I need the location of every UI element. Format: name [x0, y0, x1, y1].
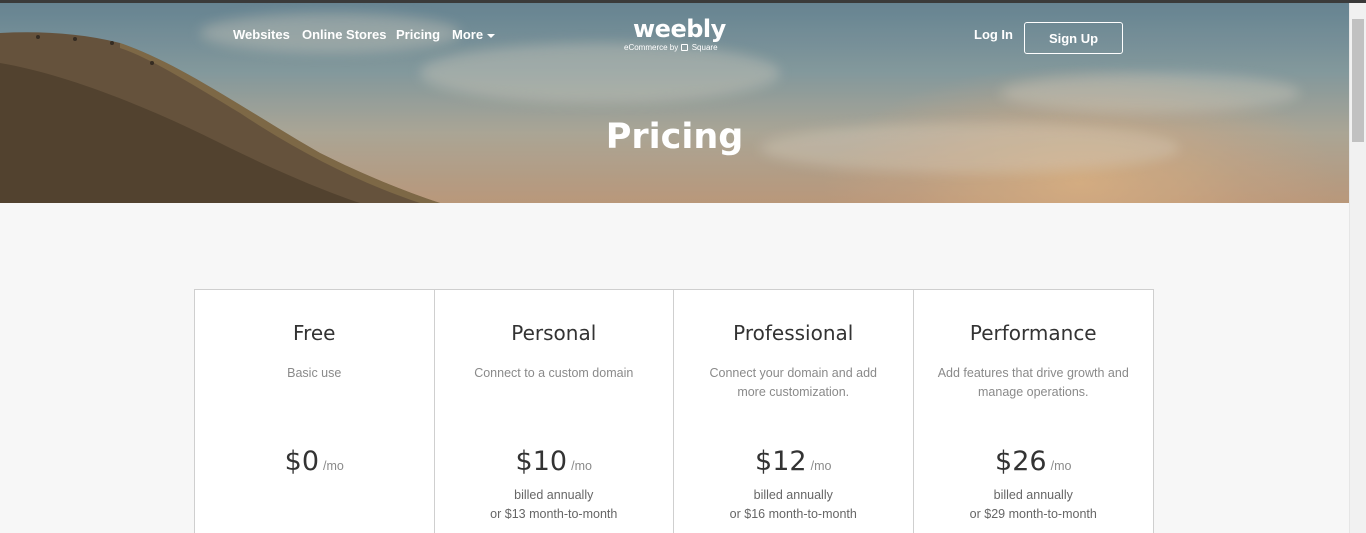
plan-name: Performance	[969, 321, 1097, 345]
plan-card-professional: Professional Connect your domain and add…	[674, 290, 914, 533]
signup-button[interactable]: Sign Up	[1024, 22, 1123, 54]
plan-name: Personal	[511, 321, 597, 345]
plan-card-personal: Personal Connect to a custom domain $10/…	[435, 290, 674, 533]
plan-price-row: $26/mo	[914, 446, 1154, 477]
plan-billed-annually: billed annually	[514, 488, 594, 502]
chevron-down-icon[interactable]	[487, 34, 495, 38]
plan-card-free: Free Basic use $0/mo	[195, 290, 435, 533]
nav-websites[interactable]: Websites	[233, 27, 290, 42]
plan-period: /mo	[323, 459, 344, 473]
plan-price: $10	[515, 446, 568, 477]
plan-description: Connect to a custom domain	[474, 366, 634, 380]
nav-more[interactable]: More	[452, 27, 483, 42]
plan-billing: billed annually or $13 month-to-month	[435, 486, 674, 524]
vertical-scrollbar[interactable]	[1349, 3, 1366, 533]
plan-price-row: $10/mo	[435, 446, 674, 477]
page-title: Pricing	[605, 117, 744, 157]
login-link[interactable]: Log In	[974, 27, 1013, 42]
plan-description: Connect your domain and add more customi…	[709, 366, 877, 399]
plan-period: /mo	[810, 459, 832, 473]
logo-tagline-brand: Square	[691, 43, 718, 52]
plan-period: /mo	[571, 459, 592, 473]
plan-monthly-price: or $29 month-to-month	[969, 507, 1097, 521]
plan-period: /mo	[1050, 459, 1072, 473]
plan-price: $12	[755, 446, 807, 477]
plan-billed-annually: billed annually	[753, 488, 833, 502]
nav-pricing[interactable]: Pricing	[396, 27, 440, 42]
plan-name: Free	[293, 321, 336, 345]
plan-price-row: $0/mo	[195, 446, 434, 477]
square-logo-icon	[681, 44, 689, 51]
logo-tagline: eCommerce by Square	[624, 43, 718, 52]
plan-price: $0	[284, 446, 319, 477]
plan-name: Professional	[733, 321, 854, 345]
window-top-border	[0, 0, 1366, 3]
weebly-logo[interactable]: weebly	[633, 15, 726, 43]
logo-tagline-prefix: eCommerce by	[624, 43, 679, 52]
nav-online-stores[interactable]: Online Stores	[302, 27, 387, 42]
plan-price-row: $12/mo	[674, 446, 913, 477]
plan-price: $26	[995, 446, 1047, 477]
plan-description: Add features that drive growth and manag…	[937, 366, 1129, 399]
plan-billing: billed annually or $16 month-to-month	[674, 486, 913, 524]
pricing-table: Free Basic use $0/mo Personal Connect to…	[194, 289, 1154, 533]
plan-monthly-price: or $16 month-to-month	[729, 507, 857, 521]
plan-description: Basic use	[287, 366, 342, 380]
plan-billing: billed annually or $29 month-to-month	[914, 486, 1154, 524]
plan-billed-annually: billed annually	[993, 488, 1073, 502]
plan-monthly-price: or $13 month-to-month	[490, 507, 618, 521]
hero-banner: Websites Online Stores Pricing More weeb…	[0, 3, 1349, 203]
scrollbar-thumb[interactable]	[1352, 19, 1364, 142]
plan-card-performance: Performance Add features that drive grow…	[914, 290, 1154, 533]
